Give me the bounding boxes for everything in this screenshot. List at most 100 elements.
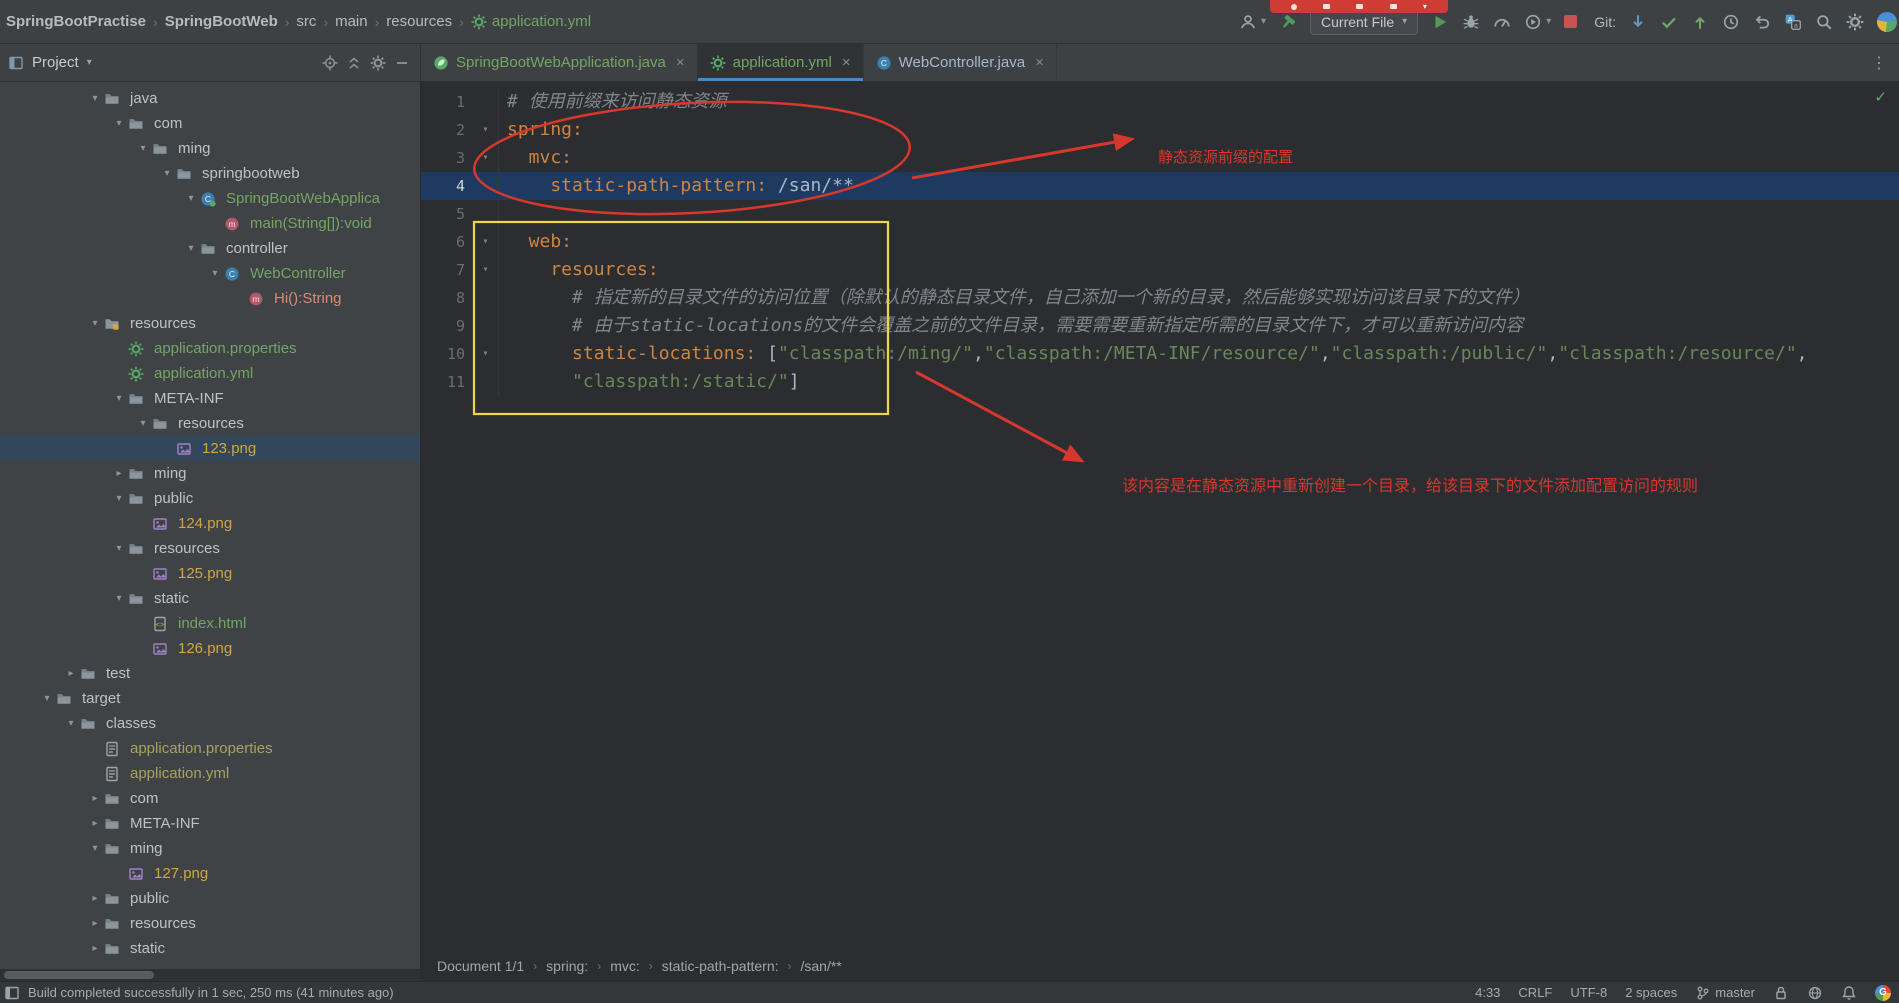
code-line-6[interactable]: 6 ▾ web:	[421, 228, 1899, 256]
breadcrumb-item-application.yml[interactable]: application.yml	[471, 13, 591, 30]
record-icon[interactable]	[1291, 3, 1298, 10]
tree-item-java[interactable]: ▾ java	[0, 86, 420, 111]
close-icon[interactable]: ×	[1035, 54, 1044, 71]
tree-item-springbootweb[interactable]: ▾ springbootweb	[0, 161, 420, 186]
horizontal-scrollbar[interactable]	[0, 969, 420, 981]
chevron-down-icon[interactable]: ▾	[62, 718, 80, 729]
chevron-down-icon[interactable]: ▾	[182, 193, 200, 204]
code-line-1[interactable]: 1 # 使用前缀来访问静态资源	[421, 88, 1899, 116]
tree-item-application.properties[interactable]: application.properties	[0, 336, 420, 361]
code-line-8[interactable]: 8 # 指定新的目录文件的访问位置（除默认的静态目录文件，自己添加一个新的目录，…	[421, 284, 1899, 312]
chevron-down-icon[interactable]: ▾	[134, 143, 152, 154]
run-with-coverage-button[interactable]	[1524, 13, 1542, 31]
tree-item-123.png[interactable]: 123.png	[0, 436, 420, 461]
chevron-right-icon[interactable]: ▸	[62, 668, 80, 679]
scrollbar-thumb[interactable]	[4, 971, 154, 979]
build-project-button[interactable]	[1279, 13, 1297, 31]
tree-item-WebController[interactable]: ▾ C WebController	[0, 261, 420, 286]
fold-toggle-icon[interactable]: ▾	[473, 340, 499, 368]
user-account-button[interactable]	[1239, 13, 1257, 31]
chevron-down-icon[interactable]: ▾	[158, 168, 176, 179]
chevron-down-icon[interactable]: ▾	[110, 593, 128, 604]
tree-item-main(String[]):void[interactable]: m main(String[]):void	[0, 211, 420, 236]
tree-item-classes[interactable]: ▾ classes	[0, 711, 420, 736]
tree-item-application.yml[interactable]: application.yml	[0, 361, 420, 386]
tree-item-com[interactable]: ▾ com	[0, 111, 420, 136]
proxy-globe-icon[interactable]	[1807, 985, 1823, 1001]
editor-breadcrumb-Document 1/1[interactable]: Document 1/1	[437, 958, 524, 974]
project-panel-title[interactable]: Project	[32, 54, 79, 71]
chevron-right-icon[interactable]: ▸	[86, 893, 104, 904]
breadcrumb-item-src[interactable]: src	[296, 13, 316, 30]
recorder-button-icon[interactable]	[1389, 4, 1397, 9]
code-line-4[interactable]: 4 static-path-pattern: /san/**	[421, 172, 1899, 200]
panel-settings-button[interactable]	[370, 55, 386, 71]
lock-icon[interactable]	[1773, 985, 1789, 1001]
code-line-2[interactable]: 2 ▾ spring:	[421, 116, 1899, 144]
indent-style[interactable]: 2 spaces	[1625, 985, 1677, 1000]
chevron-down-icon[interactable]: ▾	[182, 243, 200, 254]
tree-item-static[interactable]: ▾ static	[0, 586, 420, 611]
tree-item-resources[interactable]: ▾ resources	[0, 536, 420, 561]
chevron-right-icon[interactable]: ▸	[86, 943, 104, 954]
git-update-button[interactable]	[1629, 13, 1647, 31]
chevron-down-icon[interactable]: ▾	[86, 843, 104, 854]
chevron-down-icon[interactable]: ▾	[110, 493, 128, 504]
tree-item-SpringBootWebApplica[interactable]: ▾ C SpringBootWebApplica	[0, 186, 420, 211]
tree-item-public[interactable]: ▾ public	[0, 486, 420, 511]
chevron-down-icon[interactable]: ▾	[110, 118, 128, 129]
chevron-down-icon[interactable]: ▾	[110, 543, 128, 554]
tree-item-Hi():String[interactable]: m Hi():String	[0, 286, 420, 311]
search-everywhere-button[interactable]	[1815, 13, 1833, 31]
chevron-down-icon[interactable]: ▾	[86, 93, 104, 104]
tree-item-application.yml[interactable]: application.yml	[0, 761, 420, 786]
editor-breadcrumb-spring:[interactable]: spring:	[546, 958, 588, 974]
run-button[interactable]	[1431, 13, 1449, 31]
chevron-right-icon[interactable]: ▸	[86, 918, 104, 929]
tree-item-ming[interactable]: ▾ ming	[0, 136, 420, 161]
code-line-3[interactable]: 3 ▾ mvc:	[421, 144, 1899, 172]
screen-recorder-overlay[interactable]: ▾	[1270, 0, 1448, 13]
editor-options-icon[interactable]: ⋮	[1859, 53, 1899, 73]
close-icon[interactable]: ×	[676, 54, 685, 71]
hide-panel-button[interactable]	[394, 55, 410, 71]
tree-item-127.png[interactable]: 127.png	[0, 861, 420, 886]
editor-breadcrumb-mvc:[interactable]: mvc:	[610, 958, 640, 974]
code-line-7[interactable]: 7 ▾ resources:	[421, 256, 1899, 284]
tool-windows-toggle[interactable]	[4, 985, 20, 1001]
tree-item-resources[interactable]: ▾ resources	[0, 311, 420, 336]
collapse-all-button[interactable]	[346, 55, 362, 71]
debug-button[interactable]	[1462, 13, 1480, 31]
breadcrumb-item-main[interactable]: main	[335, 13, 368, 30]
tree-item-application.properties[interactable]: application.properties	[0, 736, 420, 761]
rollback-button[interactable]	[1753, 13, 1771, 31]
chevron-down-icon[interactable]: ▾	[134, 418, 152, 429]
fold-toggle-icon[interactable]: ▾	[473, 228, 499, 256]
editor[interactable]: 1 # 使用前缀来访问静态资源 2 ▾ spring: 3 ▾ mvc: 4 static-p…	[421, 82, 1899, 951]
code-line-5[interactable]: 5	[421, 200, 1899, 228]
profiler-button[interactable]	[1493, 13, 1511, 31]
chevron-down-icon[interactable]: ▾	[1423, 2, 1427, 11]
tree-item-controller[interactable]: ▾ controller	[0, 236, 420, 261]
chevron-right-icon[interactable]: ▸	[110, 468, 128, 479]
tree-item-test[interactable]: ▸ test	[0, 661, 420, 686]
chevron-right-icon[interactable]: ▸	[86, 818, 104, 829]
breadcrumb-item-SpringBootWeb[interactable]: SpringBootWeb	[165, 13, 278, 30]
inspections-ok-icon[interactable]: ✓	[1874, 88, 1887, 106]
editor-tab-SpringBootWebApplication.java[interactable]: SpringBootWebApplication.java ×	[421, 44, 698, 81]
editor-tab-WebController.java[interactable]: C WebController.java ×	[864, 44, 1057, 81]
chevron-down-icon[interactable]: ▾	[87, 57, 92, 68]
tree-item-com[interactable]: ▸ com	[0, 786, 420, 811]
tree-item-resources[interactable]: ▾ resources	[0, 411, 420, 436]
fold-toggle-icon[interactable]: ▾	[473, 144, 499, 172]
breadcrumb-item-SpringBootPractise[interactable]: SpringBootPractise	[6, 13, 146, 30]
code-line-9[interactable]: 9 # 由于static-locations的文件会覆盖之前的文件目录，需要需要…	[421, 312, 1899, 340]
notifications-icon[interactable]	[1841, 985, 1857, 1001]
tree-item-META-INF[interactable]: ▾ META-INF	[0, 386, 420, 411]
tree-item-target[interactable]: ▾ target	[0, 686, 420, 711]
stop-button[interactable]	[1564, 15, 1578, 28]
chevron-right-icon[interactable]: ▸	[86, 793, 104, 804]
project-tool-window-icon[interactable]	[8, 55, 24, 71]
editor-breadcrumb-static-path-pattern:[interactable]: static-path-pattern:	[662, 958, 779, 974]
file-encoding[interactable]: UTF-8	[1570, 985, 1607, 1000]
